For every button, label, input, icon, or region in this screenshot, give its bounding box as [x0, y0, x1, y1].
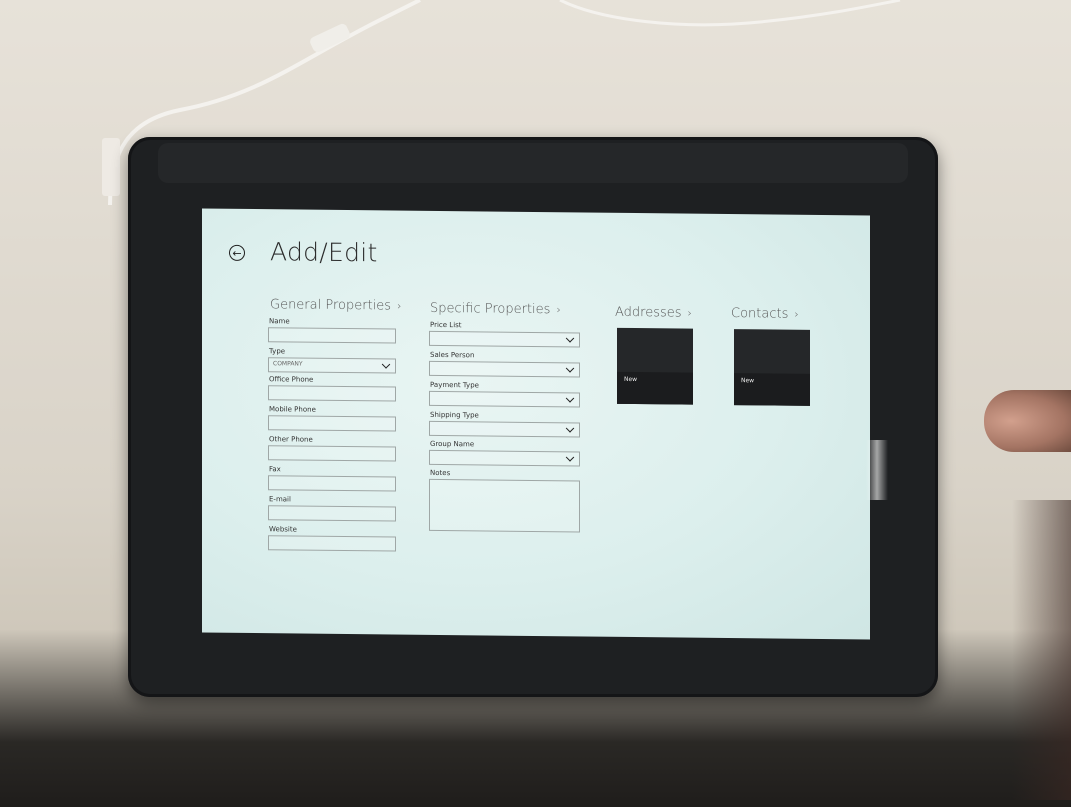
chevron-down-icon	[565, 453, 575, 462]
mobile-phone-label: Mobile Phone	[269, 405, 316, 414]
name-input[interactable]	[268, 327, 396, 344]
new-contact-tile[interactable]: New	[734, 329, 810, 406]
email-label: E-mail	[269, 495, 291, 504]
tablet-bezel-top	[158, 143, 908, 183]
name-label: Name	[269, 317, 290, 326]
addresses-label: Addresses	[615, 304, 682, 321]
finger	[984, 390, 1071, 452]
addresses-header[interactable]: Addresses ›	[615, 305, 692, 321]
chevron-right-icon: ›	[397, 299, 402, 313]
general-properties-header[interactable]: General Properties ›	[270, 297, 401, 313]
payment-type-label: Payment Type	[430, 380, 479, 390]
type-select-value: COMPANY	[273, 360, 303, 368]
general-properties-label: General Properties	[270, 297, 392, 314]
shipping-type-label: Shipping Type	[430, 410, 479, 420]
mobile-phone-input[interactable]	[268, 415, 396, 432]
website-label: Website	[269, 525, 297, 534]
specific-properties-label: Specific Properties	[430, 300, 551, 318]
fax-label: Fax	[269, 465, 281, 474]
price-list-select[interactable]	[429, 330, 580, 348]
contacts-label: Contacts	[731, 306, 789, 322]
type-select[interactable]: COMPANY	[268, 357, 396, 374]
screen-glare	[866, 440, 888, 500]
group-name-label: Group Name	[430, 439, 475, 449]
fax-input[interactable]	[268, 475, 396, 492]
office-phone-label: Office Phone	[269, 375, 314, 384]
price-list-label: Price List	[430, 320, 462, 330]
contacts-header[interactable]: Contacts ›	[731, 306, 799, 322]
back-arrow-icon[interactable]: ←	[229, 244, 245, 261]
app-screen: ← Add/Edit General Properties › Name Type…	[202, 208, 870, 640]
chevron-down-icon	[565, 394, 575, 403]
chevron-down-icon	[565, 334, 575, 343]
new-contact-label: New	[741, 377, 755, 385]
specific-properties-header[interactable]: Specific Properties ›	[430, 301, 561, 317]
new-address-label: New	[624, 375, 638, 384]
chevron-down-icon	[381, 360, 391, 369]
group-name-select[interactable]	[429, 449, 580, 467]
hand-shadow	[1012, 500, 1071, 800]
sales-person-label: Sales Person	[430, 350, 475, 360]
notes-textarea[interactable]	[429, 478, 580, 533]
other-phone-label: Other Phone	[269, 435, 313, 444]
chevron-down-icon	[565, 424, 575, 433]
office-phone-input[interactable]	[268, 385, 396, 402]
new-address-tile[interactable]: New	[617, 327, 693, 405]
page-title: Add/Edit	[270, 237, 378, 268]
type-label: Type	[269, 347, 286, 356]
sales-person-select[interactable]	[429, 360, 580, 378]
chevron-right-icon: ›	[556, 303, 561, 317]
chevron-right-icon: ›	[794, 307, 799, 321]
chevron-down-icon	[565, 364, 575, 373]
notes-label: Notes	[430, 468, 451, 478]
shipping-type-select[interactable]	[429, 420, 580, 438]
chevron-right-icon: ›	[687, 306, 692, 320]
website-input[interactable]	[268, 535, 396, 552]
email-input[interactable]	[268, 505, 396, 522]
other-phone-input[interactable]	[268, 445, 396, 462]
payment-type-select[interactable]	[429, 390, 580, 408]
